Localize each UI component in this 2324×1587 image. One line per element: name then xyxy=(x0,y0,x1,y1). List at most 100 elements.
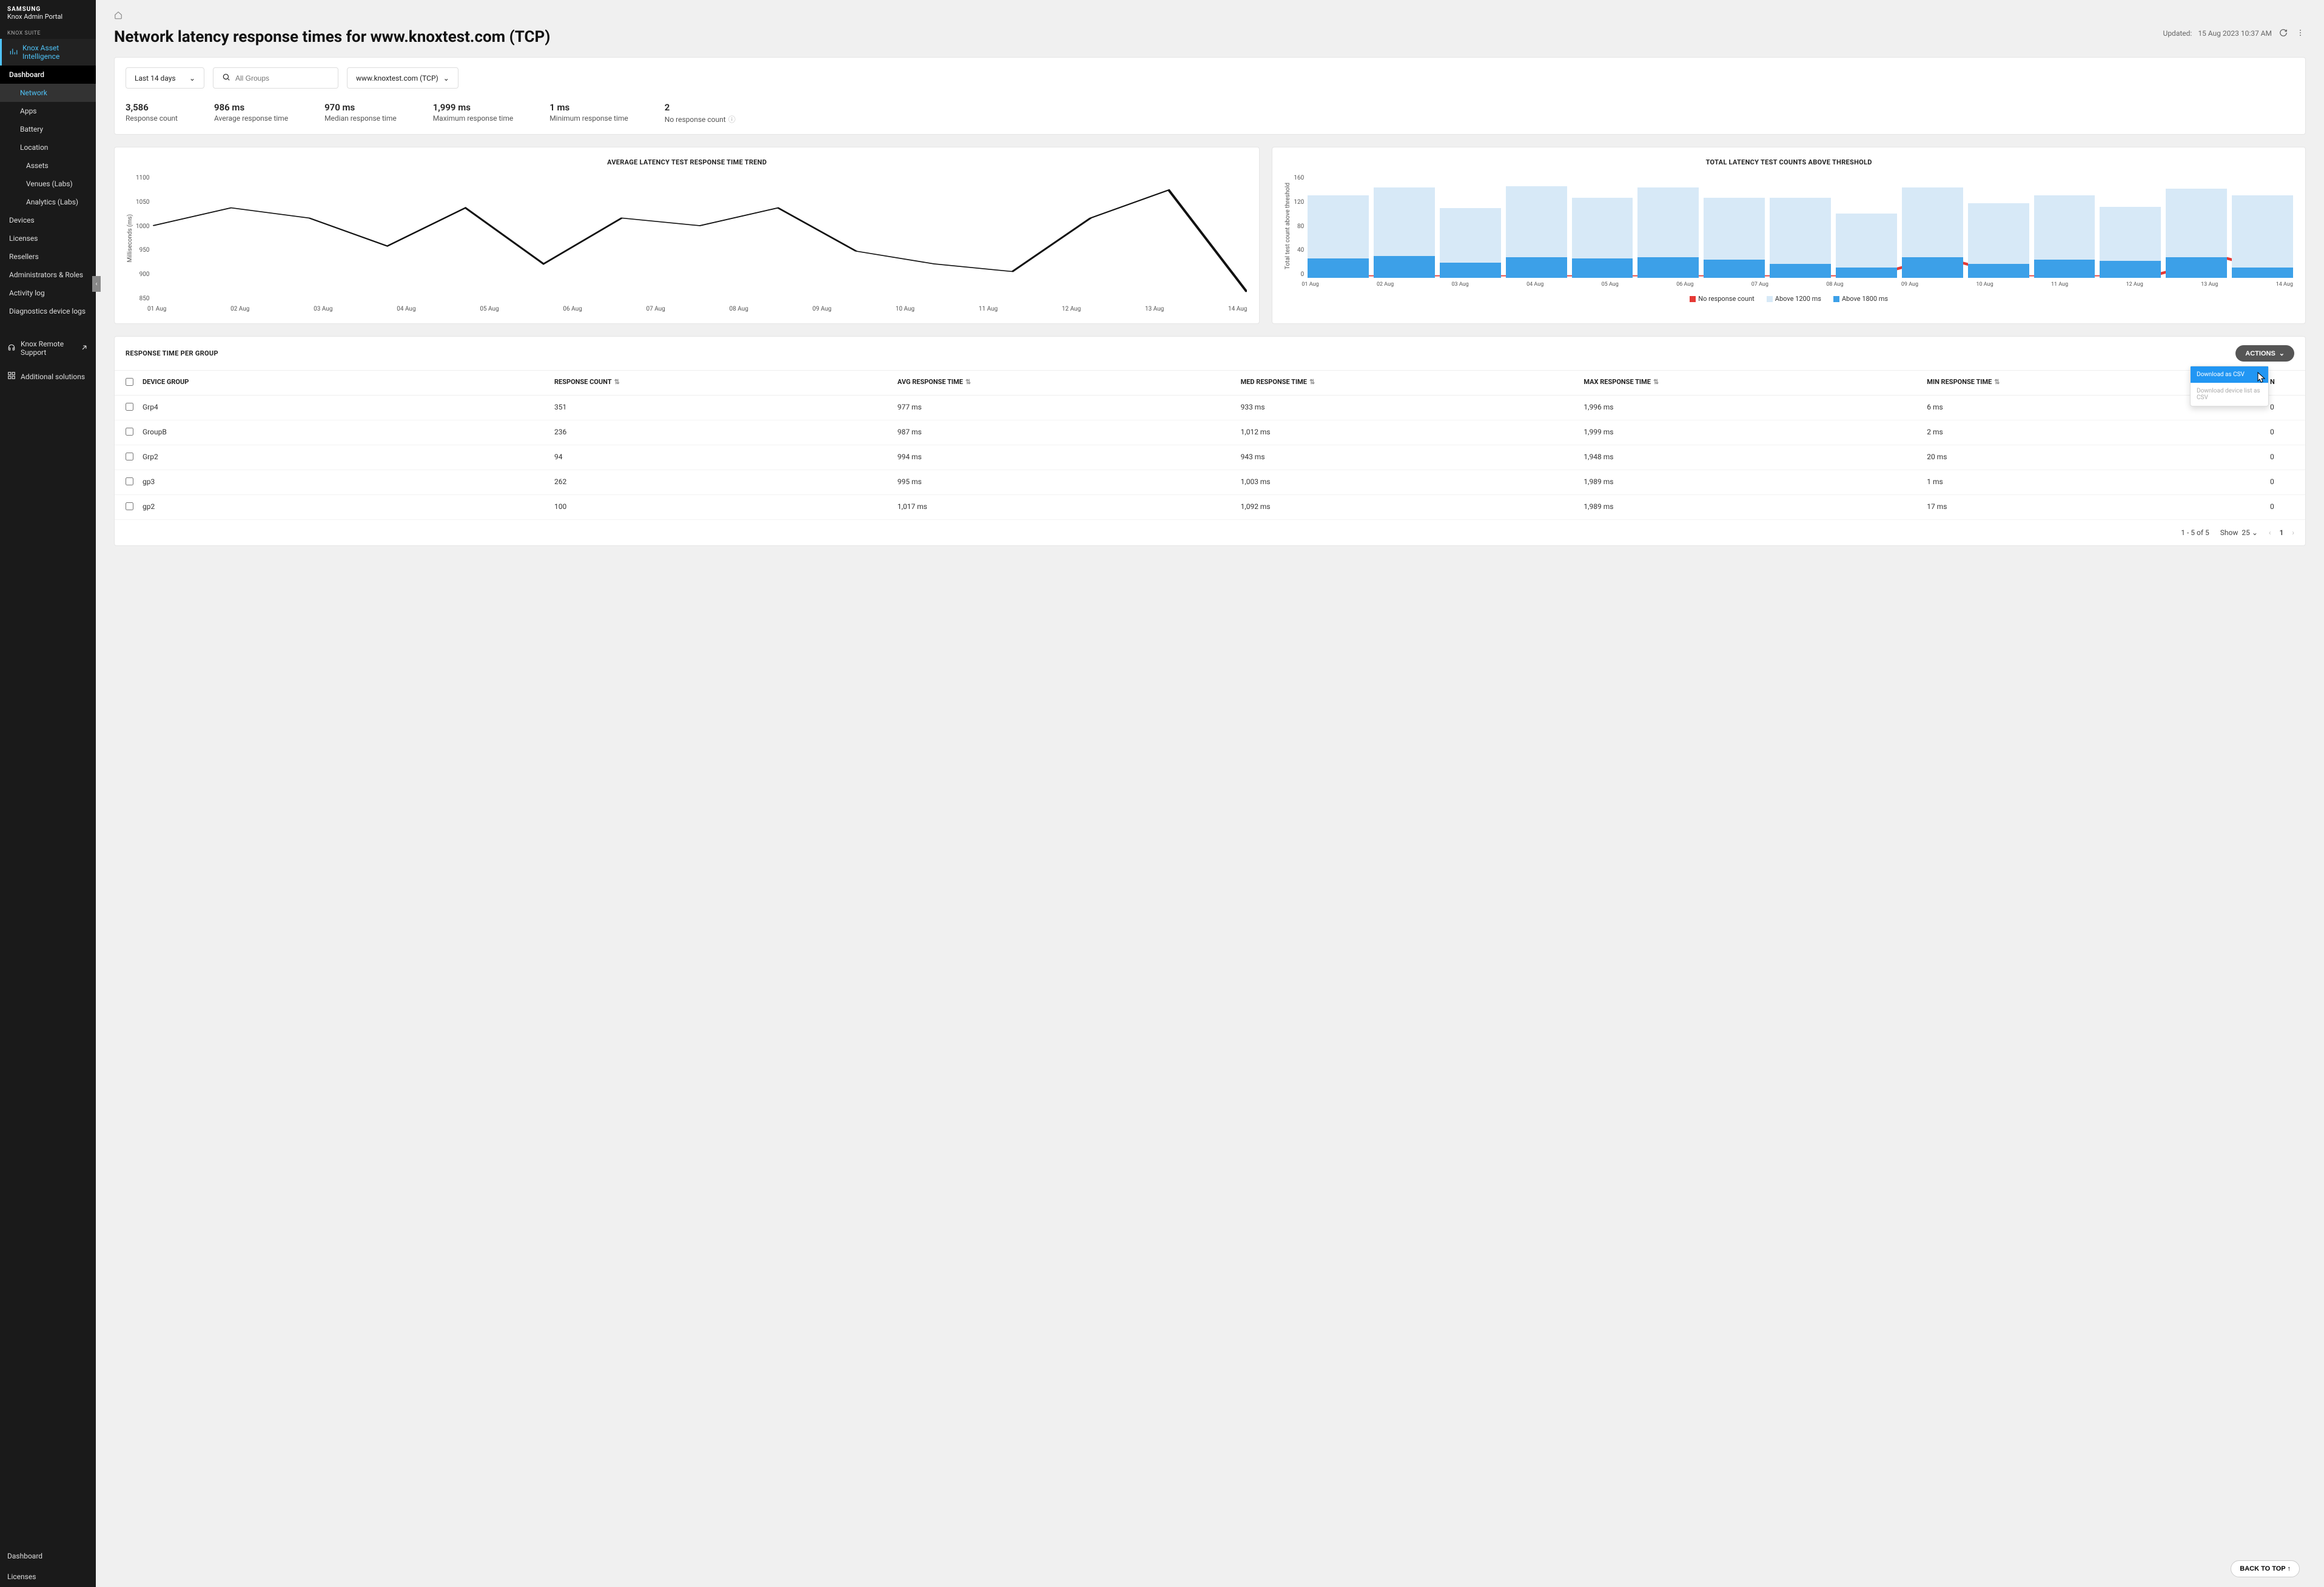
y-axis-label: Milliseconds (ms) xyxy=(127,214,133,263)
bar-segment-1200 xyxy=(1902,187,1963,257)
select-all-checkbox[interactable] xyxy=(126,378,133,386)
col-header[interactable]: AVG RESPONSE TIME⇅ xyxy=(898,378,1241,388)
filter-groups-search[interactable] xyxy=(213,67,338,89)
main-content: Network latency response times for www.k… xyxy=(96,0,2324,1587)
sidebar-item-devices[interactable]: Devices xyxy=(0,211,96,229)
kpi-value: 1 ms xyxy=(549,102,628,113)
col-header[interactable]: DEVICE GROUP xyxy=(143,378,554,388)
back-to-top-button[interactable]: BACK TO TOP ↑ xyxy=(2231,1560,2300,1577)
col-header[interactable]: RESPONSE COUNT⇅ xyxy=(554,378,898,388)
more-button[interactable] xyxy=(2295,28,2306,39)
table-row[interactable]: Grp4 351 977 ms 933 ms 1,996 ms 6 ms 0 xyxy=(115,396,2305,420)
cell-avg: 1,017 ms xyxy=(898,502,1241,512)
kpi-value: 970 ms xyxy=(324,102,397,113)
breadcrumb[interactable] xyxy=(114,11,2306,22)
bar-segment-1800 xyxy=(1968,264,2029,278)
bar-segment-1200 xyxy=(2166,189,2227,257)
page-title: Network latency response times for www.k… xyxy=(114,28,550,46)
refresh-button[interactable] xyxy=(2278,28,2289,39)
sidebar-item-admins[interactable]: Administrators & Roles xyxy=(0,266,96,284)
legend-item: No response count xyxy=(1690,295,1755,303)
y-tick: 1050 xyxy=(136,199,149,206)
cell-nr: 0 xyxy=(2270,477,2294,487)
x-tick: 09 Aug xyxy=(813,306,831,312)
sidebar-item-label: Administrators & Roles xyxy=(9,271,83,279)
x-tick: 11 Aug xyxy=(2051,281,2068,288)
kpi-value: 3,586 xyxy=(126,102,178,113)
sidebar-item-label: Knox Remote Support xyxy=(21,340,75,357)
row-checkbox[interactable] xyxy=(126,428,133,436)
sidebar-item-battery[interactable]: Battery xyxy=(0,120,96,138)
y-tick: 1000 xyxy=(136,223,149,230)
prev-page-button[interactable]: ‹ xyxy=(2269,528,2271,537)
table-row[interactable]: gp2 100 1,017 ms 1,092 ms 1,989 ms 17 ms… xyxy=(115,495,2305,520)
cell-min: 1 ms xyxy=(1927,477,2270,487)
chart-title: AVERAGE LATENCY TEST RESPONSE TIME TREND xyxy=(127,158,1247,166)
x-tick: 04 Aug xyxy=(1526,281,1543,288)
next-page-button[interactable]: › xyxy=(2292,528,2294,537)
x-tick: 14 Aug xyxy=(2276,281,2293,288)
bar-column xyxy=(2034,195,2095,278)
kpi-label: No response count ⓘ xyxy=(665,114,736,124)
sidebar-item-activity[interactable]: Activity log xyxy=(0,284,96,302)
sidebar-item-assets[interactable]: Assets xyxy=(0,157,96,175)
cell-nr: 0 xyxy=(2270,403,2294,413)
bar-column xyxy=(1704,198,1765,278)
sidebar-item-remote-support[interactable]: Knox Remote Support xyxy=(0,332,96,364)
row-checkbox[interactable] xyxy=(126,403,133,411)
row-checkbox[interactable] xyxy=(126,477,133,485)
sidebar-item-venues[interactable]: Venues (Labs) xyxy=(0,175,96,193)
cell-avg: 995 ms xyxy=(898,477,1241,487)
menu-download-device-list[interactable]: Download device list as CSV xyxy=(2191,383,2268,406)
table-row[interactable]: GroupB 236 987 ms 1,012 ms 1,999 ms 2 ms… xyxy=(115,420,2305,445)
row-checkbox[interactable] xyxy=(126,502,133,510)
bar-segment-1200 xyxy=(1704,198,1765,260)
x-tick: 03 Aug xyxy=(1452,281,1469,288)
sidebar-item-licenses[interactable]: Licenses xyxy=(0,229,96,248)
legend-item: Above 1800 ms xyxy=(1833,295,1888,303)
sidebar-item-apps[interactable]: Apps xyxy=(0,102,96,120)
x-tick: 05 Aug xyxy=(1602,281,1619,288)
cell-max: 1,989 ms xyxy=(1583,502,1927,512)
sidebar-item-diagnostics[interactable]: Diagnostics device logs xyxy=(0,302,96,320)
bar-column xyxy=(1572,198,1633,278)
actions-button[interactable]: ACTIONS ⌄ xyxy=(2235,345,2294,362)
table-row[interactable]: gp3 262 995 ms 1,003 ms 1,989 ms 1 ms 0 xyxy=(115,470,2305,495)
current-page: 1 xyxy=(2280,528,2284,537)
sidebar-item-additional[interactable]: Additional solutions xyxy=(0,364,96,389)
external-link-icon xyxy=(80,343,89,354)
sidebar-bottom-dashboard[interactable]: Dashboard xyxy=(0,1546,96,1566)
x-tick: 10 Aug xyxy=(1976,281,1993,288)
row-checkbox[interactable] xyxy=(126,453,133,460)
bar-column xyxy=(2100,207,2161,278)
groups-input[interactable] xyxy=(235,74,329,83)
bar-segment-1200 xyxy=(2034,195,2095,260)
sidebar-item-resellers[interactable]: Resellers xyxy=(0,248,96,266)
sidebar-item-network[interactable]: Network xyxy=(0,84,96,102)
sidebar-item-analytics[interactable]: Analytics (Labs) xyxy=(0,193,96,211)
sidebar-bottom-licenses[interactable]: Licenses xyxy=(0,1566,96,1587)
grid-icon xyxy=(7,371,16,382)
sidebar-item-label: Analytics (Labs) xyxy=(26,198,78,206)
page-size-select[interactable]: 25 ⌄ xyxy=(2242,528,2258,537)
cell-max: 1,996 ms xyxy=(1583,403,1927,413)
menu-download-csv[interactable]: Download as CSV xyxy=(2191,366,2268,383)
table-row[interactable]: Grp2 94 994 ms 943 ms 1,948 ms 20 ms 0 xyxy=(115,445,2305,470)
x-tick: 09 Aug xyxy=(1901,281,1918,288)
col-header[interactable]: MAX RESPONSE TIME⇅ xyxy=(1583,378,1927,388)
cell-min: 2 ms xyxy=(1927,428,2270,437)
sidebar-item-label: Venues (Labs) xyxy=(26,180,73,188)
sidebar-item-knox-asset-intelligence[interactable]: Knox Asset Intelligence xyxy=(0,39,96,66)
x-tick: 05 Aug xyxy=(480,306,499,312)
sidebar-item-label: Apps xyxy=(20,107,37,115)
pagination-range: 1 - 5 of 5 xyxy=(2181,528,2209,537)
sidebar-item-label: Devices xyxy=(9,216,35,224)
sidebar-item-dashboard[interactable]: Dashboard xyxy=(0,66,96,84)
cell-min: 17 ms xyxy=(1927,502,2270,512)
filter-date-range[interactable]: Last 14 days ⌄ xyxy=(126,67,204,89)
sidebar-item-label: Licenses xyxy=(9,234,38,243)
filter-host[interactable]: www.knoxtest.com (TCP) ⌄ xyxy=(347,67,458,89)
sidebar-item-location[interactable]: Location xyxy=(0,138,96,157)
col-header[interactable]: N xyxy=(2270,378,2294,388)
col-header[interactable]: MED RESPONSE TIME⇅ xyxy=(1241,378,1584,388)
